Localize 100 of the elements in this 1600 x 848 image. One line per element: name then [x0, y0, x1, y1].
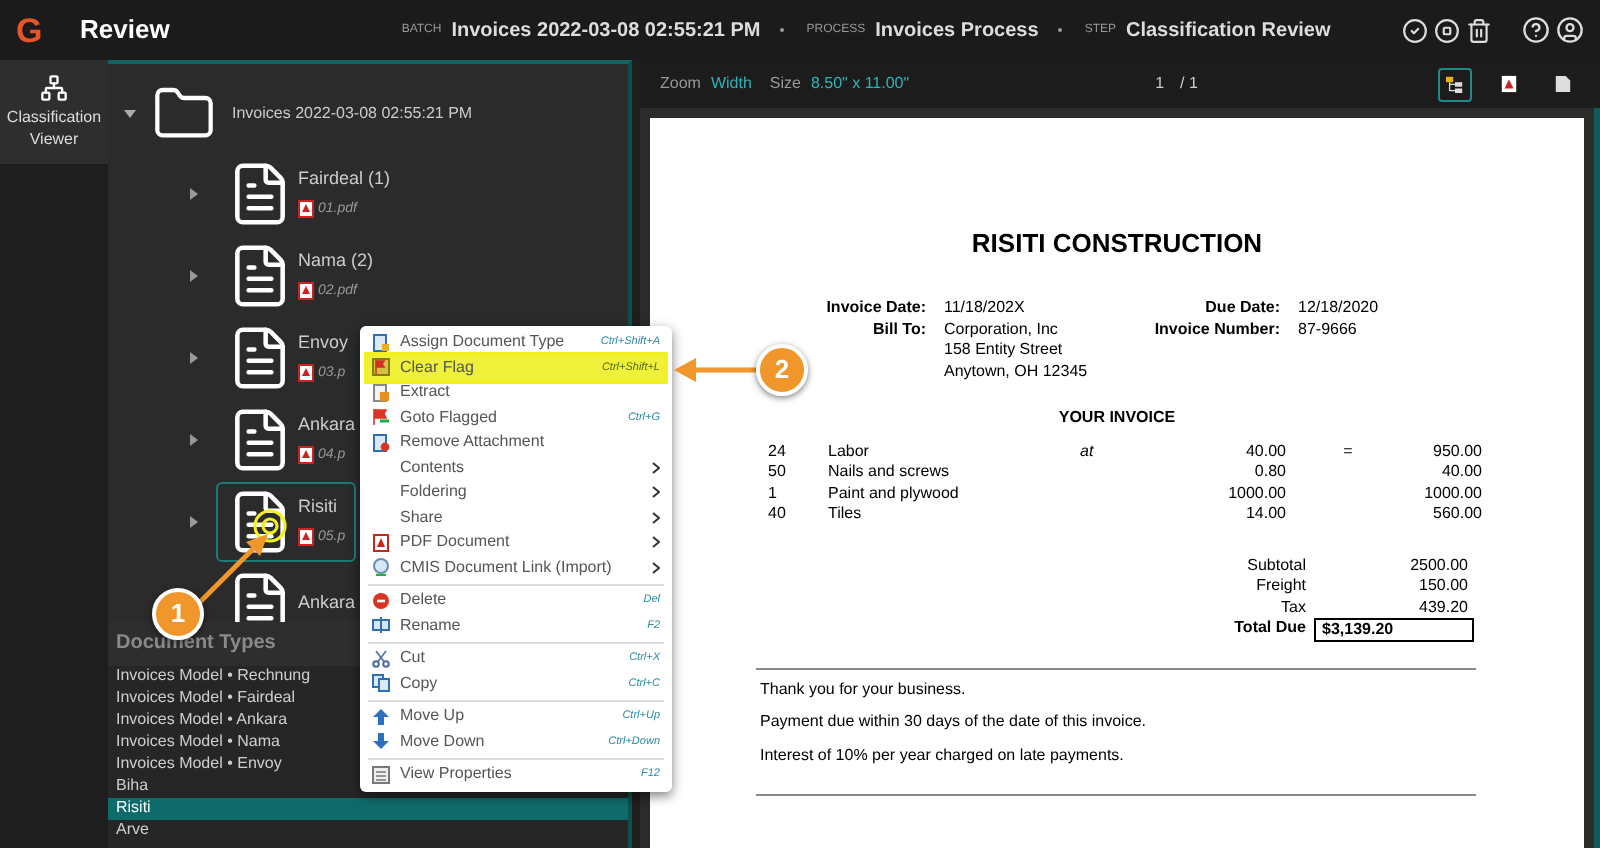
- total-label: Freight: [1254, 576, 1306, 597]
- menu-item[interactable]: PDF Document: [368, 530, 664, 555]
- quantity-cell-text: 1: [768, 483, 779, 504]
- quantity-cell-text: 24: [768, 441, 788, 462]
- total-label: Total Due: [1232, 618, 1306, 640]
- price-cell-text: 0.80: [1252, 462, 1286, 483]
- document-label: Risiti: [298, 494, 339, 520]
- help-icon[interactable]: [1522, 16, 1550, 44]
- page-total: / 1: [1180, 72, 1198, 96]
- zoom-label: Zoom: [660, 72, 701, 96]
- rename-icon: [372, 616, 390, 635]
- breadcrumb-value: Invoices Process: [875, 17, 1039, 45]
- document-icon: [372, 383, 390, 402]
- hierarchy-icon: [40, 74, 68, 102]
- target-marker: [252, 508, 288, 544]
- menu-item[interactable]: Foldering: [368, 480, 664, 505]
- tree-toggle-icon[interactable]: [124, 108, 136, 120]
- price-cell-text: 1000.00: [1226, 483, 1286, 504]
- document-type-item[interactable]: Arve: [108, 819, 628, 842]
- stop-icon[interactable]: [1434, 17, 1460, 43]
- total-value: 2500.00: [1408, 555, 1470, 576]
- tree-document-item[interactable]: Ankara: [216, 563, 366, 622]
- page-number: 1: [1155, 72, 1165, 96]
- breadcrumb-value: Classification Review: [1125, 17, 1331, 45]
- menu-item[interactable]: Remove Attachment: [368, 430, 664, 455]
- section-title: YOUR INVOICE: [1058, 408, 1176, 426]
- equals-cell-text: =: [1341, 441, 1355, 462]
- pdf-icon: [1500, 74, 1518, 94]
- logo: G: [16, 13, 45, 47]
- document-icon: [372, 333, 390, 352]
- copy-icon: [372, 674, 390, 693]
- note-text: Thank you for your business.: [760, 679, 968, 700]
- tree-toggle-icon[interactable]: [188, 269, 200, 281]
- pdf-icon: [372, 533, 390, 552]
- field-label: Due Date:: [1203, 298, 1280, 319]
- total-value: 150.00: [1417, 576, 1470, 597]
- description-cell-text: Nails and screws: [828, 462, 951, 483]
- menu-item[interactable]: Share: [368, 505, 664, 530]
- tree-toggle-icon[interactable]: [188, 351, 200, 363]
- menu-item[interactable]: Extract: [368, 380, 664, 405]
- rail-tab[interactable]: Classification Viewer: [0, 60, 108, 164]
- scissors-icon: [372, 649, 390, 668]
- field-value: 11/18/202X: [944, 298, 1025, 319]
- description-cell-text: Paint and plywood: [828, 483, 961, 504]
- callout-arrow: [674, 358, 762, 382]
- document-label: Ankara: [298, 412, 356, 438]
- note-text: Payment due within 30 days of the date of this invoice.: [760, 712, 1149, 733]
- arrow-down-icon: [372, 732, 390, 751]
- tree-item-label[interactable]: Invoices 2022-03-08 02:55:21 PM: [232, 102, 473, 126]
- menu-item[interactable]: CMIS Document Link (Import): [368, 555, 664, 580]
- document-type-item[interactable]: Risiti: [108, 797, 628, 820]
- tree-toggle-icon[interactable]: [188, 515, 200, 527]
- check-circle-icon[interactable]: [1402, 17, 1428, 43]
- document-label: Ankara: [298, 589, 356, 616]
- arrow-up-icon: [372, 707, 390, 726]
- page-title: Review: [80, 12, 170, 49]
- properties-icon: [372, 765, 390, 784]
- pdf-icon: [298, 446, 314, 465]
- amount-cell-text: 40.00: [1439, 462, 1482, 483]
- size-value: 8.50" x 11.00": [810, 72, 910, 96]
- tree-view-button[interactable]: [1438, 67, 1472, 101]
- trash-icon[interactable]: [1466, 17, 1492, 43]
- document-icon: [372, 433, 390, 452]
- field-value: Corporation, Inc: [944, 319, 1060, 340]
- total-due-value: $3,139.20: [1314, 618, 1474, 642]
- field-label: Invoice Number:: [1152, 319, 1280, 340]
- page-icon: [1554, 74, 1572, 94]
- field-value: Anytown, OH 12345: [944, 361, 1088, 382]
- description-cell-text: Tiles: [828, 504, 864, 525]
- document-label: Nama (2): [298, 248, 374, 274]
- flag-icon: [372, 408, 390, 427]
- company-name: RISITI CONSTRUCTION: [971, 228, 1263, 258]
- at-cell-text: at: [1080, 441, 1096, 462]
- amount-cell-text: 1000.00: [1422, 483, 1482, 504]
- tree-toggle-icon[interactable]: [188, 433, 200, 445]
- user-icon[interactable]: [1556, 16, 1584, 44]
- document-label: Envoy: [298, 330, 349, 356]
- zoom-value[interactable]: Width: [710, 72, 752, 96]
- amount-cell-text: 950.00: [1431, 441, 1482, 462]
- pdf-icon: [298, 282, 314, 301]
- menu-item[interactable]: Contents: [368, 455, 664, 480]
- field-value: 87-9666: [1298, 319, 1357, 340]
- field-label: Bill To:: [870, 319, 926, 341]
- tree-toggle-icon[interactable]: [188, 187, 200, 199]
- field-value: 158 Entity Street: [944, 340, 1065, 361]
- quantity-cell-text: 40: [768, 504, 788, 525]
- minus-circle-icon: [372, 591, 390, 610]
- field-label: Invoice Date:: [824, 298, 926, 319]
- total-label: Tax: [1279, 597, 1306, 618]
- note-text: Interest of 10% per year charged on late payments.: [760, 745, 1126, 766]
- amount-cell-text: 560.00: [1431, 504, 1482, 525]
- description-cell-text: Labor: [828, 441, 871, 462]
- price-cell-text: 14.00: [1243, 504, 1286, 525]
- price-cell-text: 40.00: [1243, 441, 1286, 462]
- document-label: Fairdeal (1): [298, 166, 391, 192]
- globe-icon: [372, 558, 390, 577]
- size-label: Size: [769, 72, 801, 96]
- total-label: Subtotal: [1245, 555, 1306, 576]
- pdf-icon: [298, 528, 314, 547]
- field-value: 12/18/2020: [1298, 298, 1379, 319]
